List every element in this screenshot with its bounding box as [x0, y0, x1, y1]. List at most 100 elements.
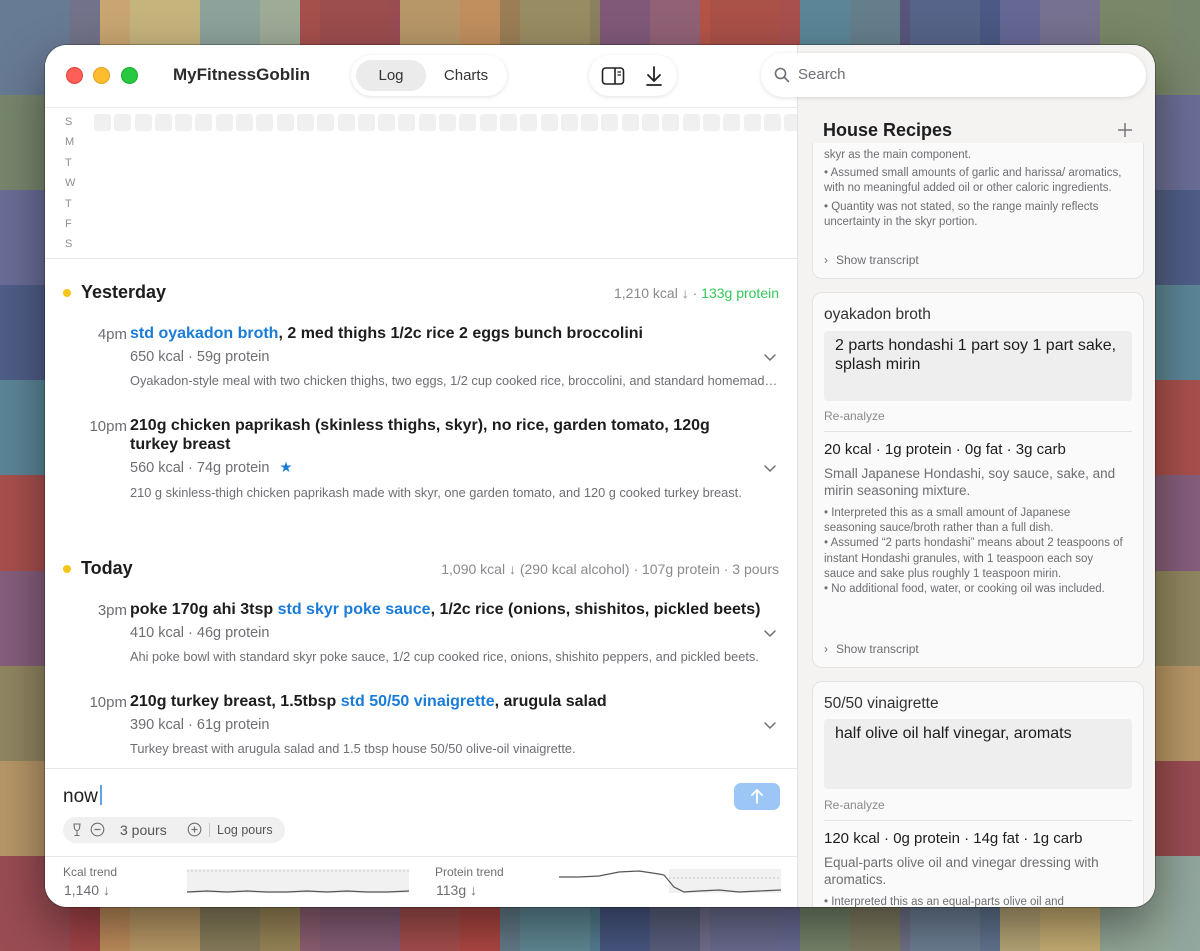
log-entry[interactable]: 10pm 210g turkey breast, 1.5tbsp std 50/… — [45, 692, 797, 768]
entry-input[interactable]: now — [63, 785, 703, 811]
heatmap-cell[interactable] — [317, 114, 335, 131]
reanalyze-button[interactable]: Re-analyze — [824, 409, 885, 423]
heatmap-cell[interactable] — [743, 114, 761, 131]
heatmap-cell[interactable] — [378, 114, 396, 131]
send-button[interactable] — [734, 783, 780, 810]
heatmap-cell[interactable] — [642, 114, 660, 131]
log-pours-button[interactable]: Log pours — [217, 823, 273, 837]
recipe-note: • Quantity was not stated, so the range … — [824, 200, 1099, 228]
recipe-card: 50/50 vinaigrette half olive oil half vi… — [812, 681, 1144, 907]
heatmap-cell[interactable] — [581, 114, 599, 131]
entry-composer: now 3 pours Log pours — [45, 768, 797, 856]
heatmap-cell[interactable] — [682, 114, 700, 131]
minus-circle-icon[interactable] — [90, 822, 105, 837]
heatmap-cell[interactable] — [296, 114, 314, 131]
food-log-feed[interactable]: Yesterday 1,210 kcal ↓ · 133g protein 4p… — [45, 260, 797, 768]
heatmap-cell[interactable] — [723, 114, 741, 131]
heatmap-cell[interactable] — [439, 114, 457, 131]
minimize-window-button[interactable] — [93, 67, 110, 84]
recipe-note: • Assumed “2 parts hondashi” means about… — [824, 537, 1123, 580]
tab-charts[interactable]: Charts — [429, 60, 503, 91]
heatmap-cell[interactable] — [337, 114, 355, 131]
entry-description: Ahi poke bowl with standard skyr poke sa… — [130, 649, 759, 664]
show-transcript-label: Show transcript — [836, 642, 919, 656]
plus-circle-icon[interactable] — [187, 822, 202, 837]
heatmap-cell[interactable] — [175, 114, 193, 131]
heatmap-cell[interactable] — [94, 114, 111, 131]
tab-log[interactable]: Log — [356, 60, 426, 91]
protein-sparkline[interactable] — [559, 865, 781, 897]
divider — [824, 431, 1132, 432]
heatmap-cell[interactable] — [357, 114, 375, 131]
entry-time: 3pm — [97, 602, 127, 619]
heatmap-cell[interactable] — [114, 114, 132, 131]
heatmap-cell[interactable] — [702, 114, 720, 131]
heatmap-day-label: S — [65, 238, 73, 251]
sidebar-toggle-button[interactable] — [601, 65, 625, 87]
entry-text-rest: , arugula salad — [494, 693, 607, 710]
heatmap-day-label: T — [65, 156, 72, 169]
chevron-down-icon[interactable] — [763, 462, 777, 476]
search-field[interactable]: Search — [761, 53, 1146, 97]
toolbar-buttons — [589, 55, 677, 96]
show-transcript-button[interactable]: › Show transcript — [824, 642, 919, 656]
entry-nutrition-text: 560 kcal · 74g protein — [130, 460, 270, 476]
heatmap-cell[interactable] — [236, 114, 254, 131]
heatmap-cell[interactable] — [418, 114, 436, 131]
heatmap-cell[interactable] — [256, 114, 274, 131]
search-placeholder: Search — [798, 66, 846, 83]
close-window-button[interactable] — [66, 67, 83, 84]
heatmap-cell[interactable] — [134, 114, 152, 131]
wine-glass-icon — [73, 823, 81, 837]
recipe-definition-field[interactable]: half olive oil half vinegar, aromats — [824, 719, 1132, 789]
heatmap-cell[interactable] — [601, 114, 619, 131]
chevron-right-icon: › — [824, 253, 828, 267]
log-entry[interactable]: 10pm 210g chicken paprikash (skinless th… — [45, 416, 797, 516]
recipe-link[interactable]: std skyr poke sauce — [278, 601, 431, 618]
star-icon[interactable]: ★ — [279, 460, 292, 476]
heatmap-cell[interactable] — [215, 114, 233, 131]
log-entry[interactable]: 4pm std oyakadon broth, 2 med thighs 1/2… — [45, 324, 797, 404]
recipe-note: • Interpreted this as a small amount of … — [824, 507, 1071, 535]
heatmap-day-label: T — [65, 197, 72, 210]
recipe-note: • No additional food, water, or cooking … — [824, 583, 1105, 596]
download-button[interactable] — [643, 64, 665, 88]
recipe-link[interactable]: std oyakadon broth — [130, 325, 278, 342]
heatmap-cell[interactable] — [195, 114, 213, 131]
entry-nutrition: 650 kcal · 59g protein — [130, 349, 270, 365]
text-cursor — [99, 785, 102, 805]
heatmap-cell[interactable] — [621, 114, 639, 131]
heatmap-cell[interactable] — [560, 114, 578, 131]
add-recipe-button[interactable] — [1117, 122, 1133, 138]
zoom-window-button[interactable] — [121, 67, 138, 84]
protein-trend-value: 113g ↓ — [436, 882, 477, 898]
heatmap-cell[interactable] — [763, 114, 781, 131]
kcal-sparkline[interactable] — [187, 865, 409, 897]
heatmap-cell[interactable] — [540, 114, 558, 131]
heatmap-day-label: W — [65, 177, 76, 190]
trend-bar: Kcal trend 1,140 ↓ Protein trend 113g ↓ — [45, 856, 797, 907]
heatmap-cell[interactable] — [479, 114, 497, 131]
recipe-link[interactable]: std 50/50 vinaigrette — [341, 693, 495, 710]
reanalyze-button[interactable]: Re-analyze — [824, 798, 885, 812]
recipe-definition-field[interactable]: 2 parts hondashi 1 part soy 1 part sake,… — [824, 331, 1132, 401]
heatmap-cell[interactable] — [662, 114, 680, 131]
recipe-note: skyr as the main component. — [824, 149, 972, 161]
entry-text-rest: , 1/2c rice (onions, shishitos, pickled … — [430, 601, 761, 618]
heatmap-cell[interactable] — [276, 114, 294, 131]
chevron-down-icon[interactable] — [763, 351, 777, 365]
divider — [824, 820, 1132, 821]
show-transcript-button[interactable]: › Show transcript — [824, 253, 919, 267]
chevron-down-icon[interactable] — [763, 627, 777, 641]
heatmap-cell[interactable] — [520, 114, 538, 131]
chevron-down-icon[interactable] — [763, 719, 777, 733]
heatmap-cell[interactable] — [459, 114, 477, 131]
entry-text: std oyakadon broth, 2 med thighs 1/2c ri… — [130, 324, 730, 343]
heatmap-cell[interactable] — [398, 114, 416, 131]
heatmap-day-label: S — [65, 116, 73, 128]
log-entry[interactable]: 3pm poke 170g ahi 3tsp std skyr poke sau… — [45, 600, 797, 680]
house-recipes-sidebar: House Recipes skyr as the main component… — [797, 45, 1155, 907]
heatmap-cell[interactable] — [499, 114, 517, 131]
entry-time: 10pm — [89, 418, 127, 435]
heatmap-cell[interactable] — [154, 114, 172, 131]
